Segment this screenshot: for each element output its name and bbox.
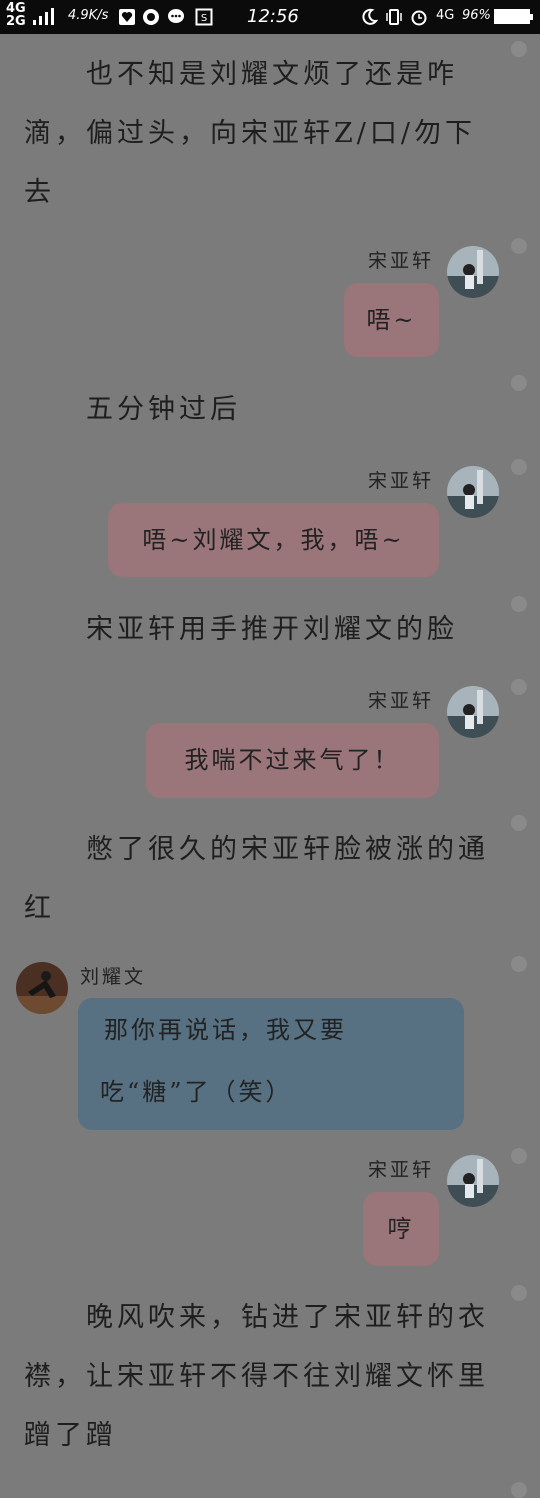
speaker-name: 宋亚轩 — [368, 690, 435, 712]
scroll-dot — [511, 41, 527, 57]
network-type-bottom: 2G — [6, 14, 26, 29]
network-type-right: 4G — [436, 8, 455, 23]
message-bubble: 唔~刘耀文，我，唔~ — [108, 503, 439, 577]
message-text: 哼 — [387, 1215, 415, 1243]
speaker-name: 刘耀文 — [80, 966, 147, 988]
alarm-icon — [411, 10, 427, 26]
avatar — [447, 1155, 499, 1207]
scroll-dot — [511, 596, 527, 612]
speaker-name: 宋亚轩 — [368, 1159, 435, 1181]
browser-notification-icon — [143, 9, 159, 25]
message-text-line: 吃“糖”了（笑） — [100, 1078, 293, 1106]
clock-time: 12:56 — [247, 6, 299, 27]
avatar — [16, 962, 68, 1014]
moon-icon — [362, 8, 378, 25]
speaker-name: 宋亚轩 — [368, 470, 435, 492]
scroll-dot — [511, 1285, 527, 1301]
speaker-name: 宋亚轩 — [368, 250, 435, 272]
message-bubble: 哼 — [363, 1192, 439, 1266]
message-text-line: 那你再说话，我又要 — [104, 1016, 347, 1044]
story-paragraph: 也不知是刘耀文烦了还是咋滴，偏过头，向宋亚轩Z/口/勿下去 — [24, 59, 476, 208]
network-speed: 4.9K/s — [68, 8, 109, 23]
battery-icon — [494, 9, 533, 24]
story-paragraph: 晚风吹来，钻进了宋亚轩的衣襟，让宋亚轩不得不往刘耀文怀里蹭了蹭 — [24, 1302, 489, 1451]
scroll-dot — [511, 238, 527, 254]
scroll-dot — [511, 815, 527, 831]
scroll-dot — [511, 375, 527, 391]
message-text: 唔~ — [366, 306, 417, 334]
scroll-dot — [511, 956, 527, 972]
avatar — [447, 466, 499, 518]
network-type: 4G 2G — [6, 2, 26, 28]
signal-icon — [33, 8, 54, 25]
avatar — [447, 686, 499, 738]
scroll-dot — [511, 1482, 527, 1498]
svg-text:S: S — [201, 13, 207, 24]
message-bubble: 唔~ — [344, 283, 439, 357]
vibrate-icon — [386, 9, 402, 25]
battery-percent: 96% — [462, 8, 491, 23]
message-text: 唔~刘耀文，我，唔~ — [142, 526, 405, 554]
message-text: 我喘不过来气了！ — [184, 746, 401, 774]
story-paragraph: 五分钟过后 — [86, 394, 241, 425]
scroll-dot — [511, 679, 527, 695]
message-notification-icon — [168, 9, 184, 23]
story-paragraph: 憋了很久的宋亚轩脸被涨的通红 — [24, 834, 489, 924]
scroll-dot — [511, 1148, 527, 1164]
heart-notification-icon — [119, 9, 135, 25]
screenshot-icon: S — [195, 8, 213, 26]
story-paragraph: 宋亚轩用手推开刘耀文的脸 — [86, 614, 458, 645]
status-bar: 4G 2G 4.9K/s S 12:56 4G 96% — [0, 0, 540, 34]
avatar — [447, 246, 499, 298]
message-bubble: 我喘不过来气了！ — [146, 723, 439, 798]
scroll-dot — [511, 459, 527, 475]
message-bubble: 那你再说话，我又要 吃“糖”了（笑） — [78, 998, 464, 1130]
